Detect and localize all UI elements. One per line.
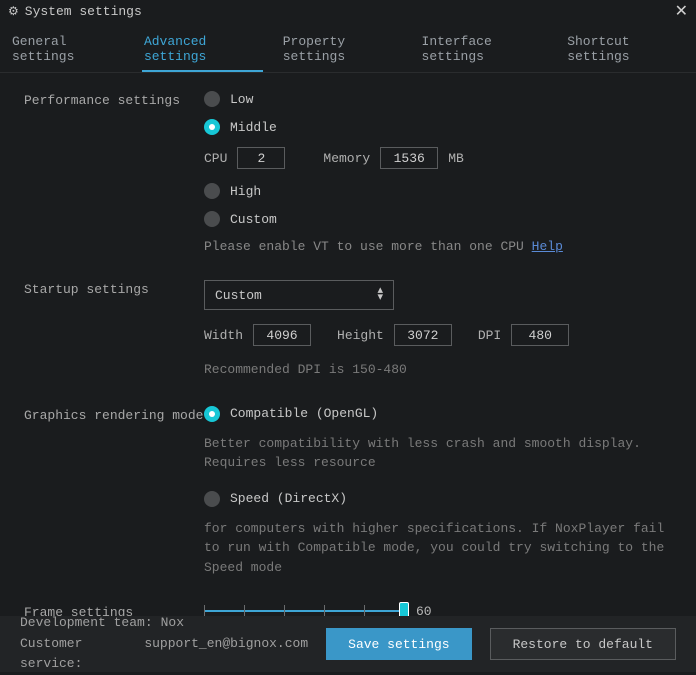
radio-speed[interactable]	[204, 491, 220, 507]
radio-speed-label: Speed (DirectX)	[230, 491, 347, 506]
compatible-hint: Better compatibility with less crash and…	[204, 434, 672, 473]
startup-label: Startup settings	[24, 280, 204, 398]
radio-high[interactable]	[204, 183, 220, 199]
cpu-input[interactable]	[237, 147, 285, 169]
dev-team-value: Nox	[161, 613, 184, 634]
cs-value: support_en@bignox.com	[144, 634, 308, 675]
performance-label: Performance settings	[24, 91, 204, 272]
window-title: System settings	[25, 4, 142, 19]
gear-icon: ⚙	[8, 4, 19, 19]
save-button[interactable]: Save settings	[326, 628, 471, 660]
tab-interface[interactable]: Interface settings	[420, 28, 548, 72]
radio-low-label: Low	[230, 92, 253, 107]
close-icon[interactable]: ✕	[675, 1, 688, 21]
radio-custom[interactable]	[204, 211, 220, 227]
memory-unit: MB	[448, 151, 464, 166]
radio-custom-label: Custom	[230, 212, 277, 227]
radio-compatible[interactable]	[204, 406, 220, 422]
footer: Development team: Nox Customer service: …	[0, 616, 696, 672]
help-link[interactable]: Help	[532, 239, 563, 254]
width-label: Width	[204, 328, 243, 343]
memory-input[interactable]	[380, 147, 438, 169]
radio-middle-label: Middle	[230, 120, 277, 135]
content: Performance settings Low Middle CPU Memo…	[0, 73, 696, 616]
dpi-hint: Recommended DPI is 150-480	[204, 360, 672, 380]
chevron-updown-icon: ▴▾	[377, 288, 383, 301]
fps-slider[interactable]	[204, 603, 404, 616]
tab-property[interactable]: Property settings	[281, 28, 402, 72]
radio-middle[interactable]	[204, 119, 220, 135]
title-bar: ⚙ System settings ✕	[0, 0, 696, 22]
height-input[interactable]	[394, 324, 452, 346]
height-label: Height	[337, 328, 384, 343]
restore-button[interactable]: Restore to default	[490, 628, 676, 660]
startup-select[interactable]: Custom ▴▾	[204, 280, 394, 310]
cs-label: Customer service:	[20, 634, 136, 675]
graphics-label: Graphics rendering mode	[24, 406, 204, 596]
radio-compatible-label: Compatible (OpenGL)	[230, 406, 378, 421]
tab-advanced[interactable]: Advanced settings	[142, 28, 263, 72]
dev-team-label: Development team:	[20, 613, 153, 634]
memory-label: Memory	[323, 151, 370, 166]
dpi-label: DPI	[478, 328, 501, 343]
speed-hint: for computers with higher specifications…	[204, 519, 672, 578]
radio-low[interactable]	[204, 91, 220, 107]
cpu-label: CPU	[204, 151, 227, 166]
dpi-input[interactable]	[511, 324, 569, 346]
fps-value: 60	[416, 604, 432, 617]
vt-hint: Please enable VT to use more than one CP…	[204, 239, 524, 254]
width-input[interactable]	[253, 324, 311, 346]
tab-shortcut[interactable]: Shortcut settings	[565, 28, 686, 72]
tabs: General settings Advanced settings Prope…	[0, 22, 696, 73]
startup-select-value: Custom	[215, 288, 262, 303]
radio-high-label: High	[230, 184, 261, 199]
tab-general[interactable]: General settings	[10, 28, 124, 72]
